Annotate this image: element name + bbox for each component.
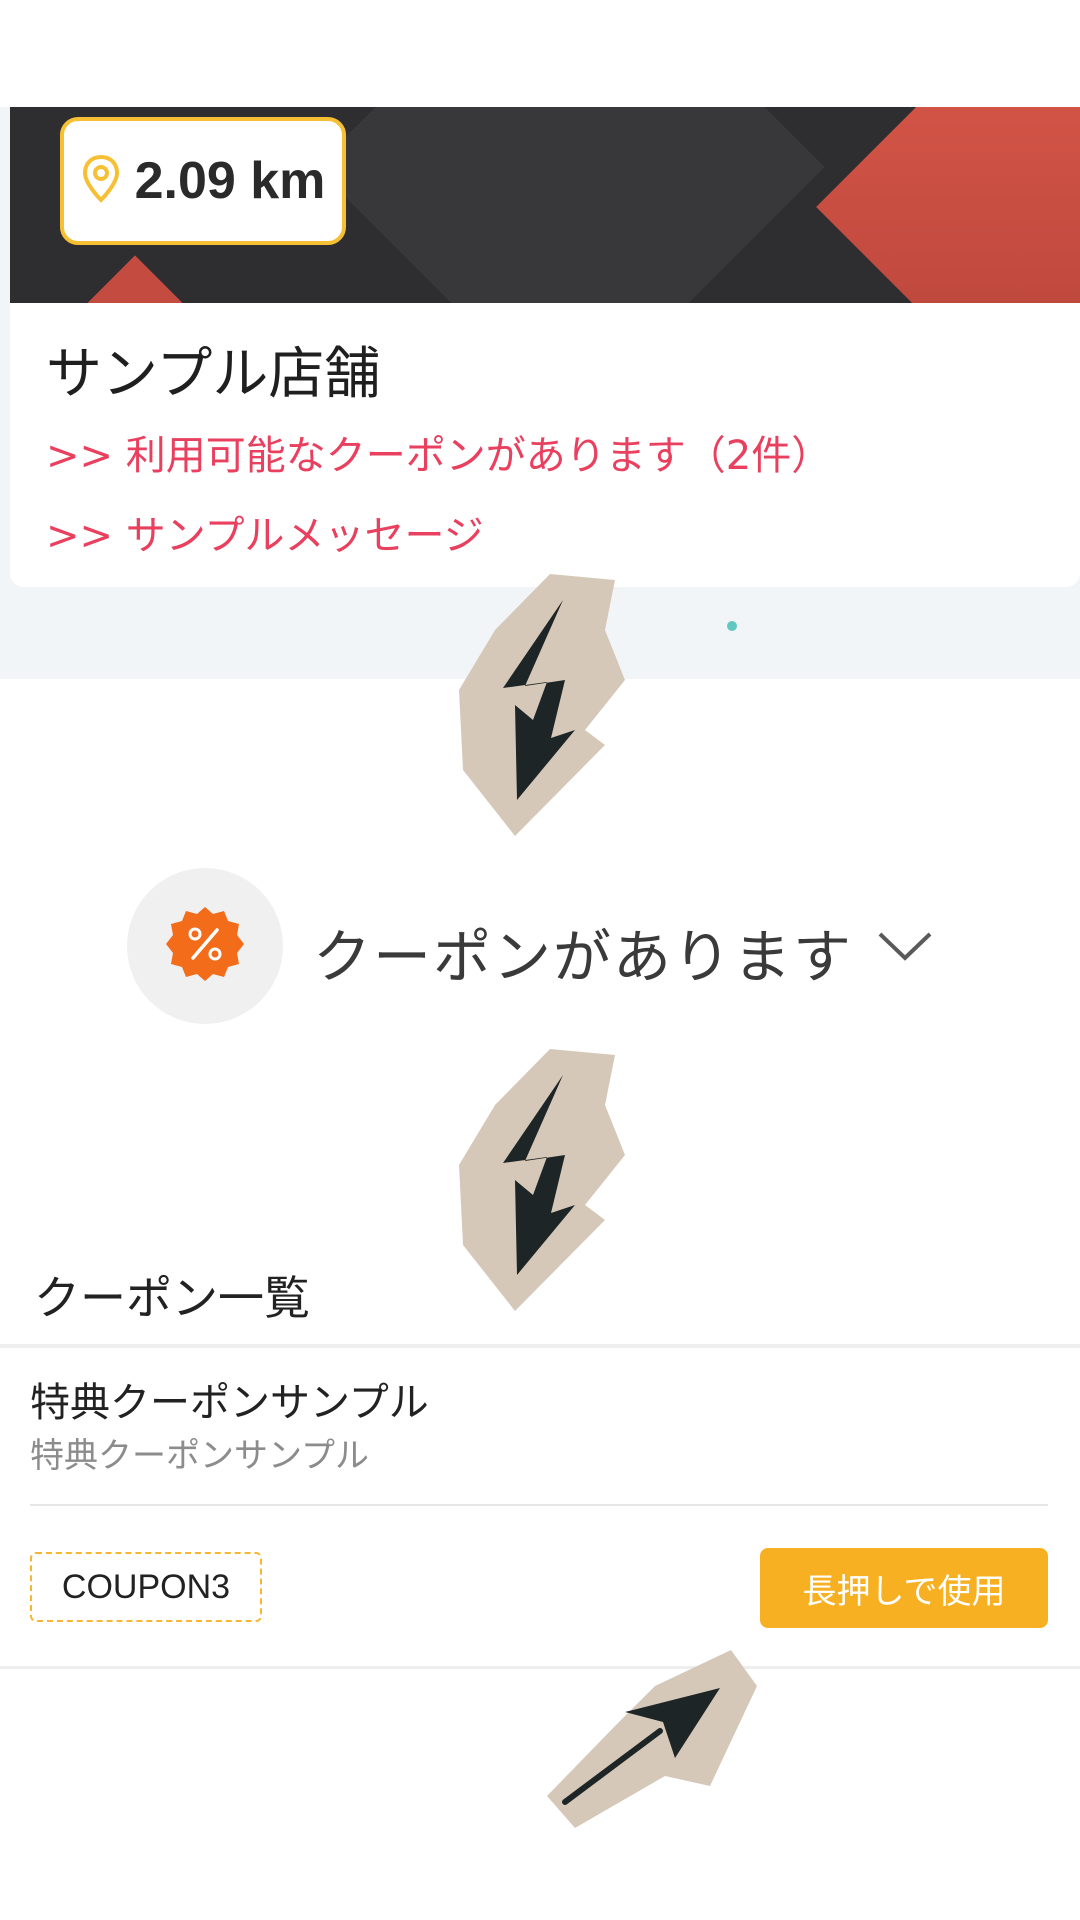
down-arrow-icon <box>455 1045 625 1319</box>
store-card[interactable]: 2.09 km サンプル店舗 >> 利用可能なクーポンがあります（2件） >> … <box>10 107 1080 587</box>
store-message-link[interactable]: >> サンプルメッセージ <box>46 503 484 561</box>
percent-badge-icon <box>164 903 246 989</box>
coupon-list-title: クーポン一覧 <box>34 1271 310 1325</box>
store-name: サンプル店舗 <box>46 342 381 407</box>
chevron-down-icon[interactable] <box>876 928 934 968</box>
divider <box>0 1666 1080 1669</box>
coupon-item-title: 特典クーポンサンプル <box>30 1380 429 1426</box>
divider <box>30 1504 1048 1506</box>
coupon-available-label[interactable]: クーポンがあります <box>313 910 853 994</box>
up-right-arrow-icon <box>545 1646 760 1835</box>
coupon-icon-circle[interactable] <box>127 868 283 1024</box>
pager-dot <box>727 621 737 631</box>
coupon-item-subtitle: 特典クーポンサンプル <box>30 1436 369 1476</box>
store-banner: 2.09 km <box>10 107 1080 303</box>
available-coupons-link[interactable]: >> 利用可能なクーポンがあります（2件） <box>46 423 831 481</box>
location-pin-icon <box>81 154 121 208</box>
down-arrow-icon <box>455 570 625 844</box>
distance-badge: 2.09 km <box>60 117 346 245</box>
coupon-code: COUPON3 <box>30 1552 262 1622</box>
distance-text: 2.09 km <box>134 152 326 210</box>
long-press-use-button[interactable]: 長押しで使用 <box>760 1548 1048 1628</box>
divider <box>0 1344 1080 1348</box>
